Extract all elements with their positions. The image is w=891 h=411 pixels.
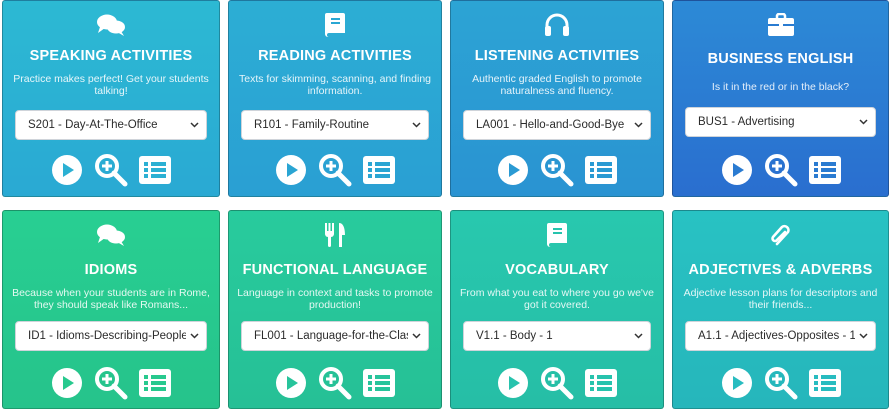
speech-bubbles-icon [96, 221, 126, 249]
chevron-down-icon [630, 122, 646, 128]
card-actions [673, 153, 888, 187]
card-adjectives-adverbs: ADJECTIVES & ADVERBS Adjective lesson pl… [672, 210, 889, 409]
card-description: Texts for skimming, scanning, and findin… [238, 73, 431, 97]
card-vocabulary: VOCABULARY From what you eat to where yo… [450, 210, 664, 409]
list-icon[interactable] [138, 366, 172, 400]
card-actions [3, 153, 219, 187]
lesson-select-value: BUS1 - Advertising [698, 116, 795, 128]
zoom-in-icon[interactable] [540, 153, 574, 187]
play-icon[interactable] [496, 366, 530, 400]
play-icon[interactable] [496, 153, 530, 187]
lesson-select[interactable]: LA001 - Hello-and-Good-Bye [463, 110, 651, 140]
activity-grid: SPEAKING ACTIVITIES Practice makes perfe… [0, 0, 891, 411]
card-description: From what you eat to where you go we've … [459, 287, 655, 311]
card-title: VOCABULARY [505, 262, 609, 278]
headphones-icon [542, 11, 572, 39]
card-title: FUNCTIONAL LANGUAGE [242, 262, 428, 278]
chevron-down-icon [855, 333, 871, 339]
card-actions [3, 366, 219, 400]
card-description: Language in context and tasks to promote… [237, 287, 433, 311]
play-icon[interactable] [720, 366, 754, 400]
lesson-select-value: V1.1 - Body - 1 [476, 330, 553, 342]
card-title: IDIOMS [84, 262, 138, 278]
book-icon [542, 221, 572, 249]
play-icon[interactable] [274, 153, 308, 187]
lesson-select-value: A1.1 - Adjectives-Opposites - 1 [698, 330, 855, 342]
zoom-in-icon[interactable] [764, 153, 798, 187]
lesson-select-value: ID1 - Idioms-Describing-People [28, 330, 186, 342]
speech-bubbles-icon [96, 11, 126, 39]
card-actions [451, 366, 663, 400]
play-icon[interactable] [50, 153, 84, 187]
card-business-english: BUSINESS ENGLISH Is it in the red or in … [672, 0, 889, 197]
card-title: ADJECTIVES & ADVERBS [688, 262, 873, 278]
card-listening-activities: LISTENING ACTIVITIES Authentic graded En… [450, 0, 664, 197]
lesson-select[interactable]: BUS1 - Advertising [685, 107, 876, 137]
card-speaking-activities: SPEAKING ACTIVITIES Practice makes perfe… [2, 0, 220, 197]
paperclip-icon [766, 221, 796, 249]
card-title: LISTENING ACTIVITIES [474, 48, 640, 64]
zoom-in-icon[interactable] [94, 366, 128, 400]
card-actions [229, 153, 441, 187]
zoom-in-icon[interactable] [764, 366, 798, 400]
card-description: Practice makes perfect! Get your student… [13, 73, 209, 97]
card-actions [451, 153, 663, 187]
zoom-in-icon[interactable] [94, 153, 128, 187]
briefcase-icon [766, 11, 796, 39]
play-icon[interactable] [50, 366, 84, 400]
play-icon[interactable] [720, 153, 754, 187]
card-actions [229, 366, 441, 400]
chevron-down-icon [186, 333, 202, 339]
chevron-down-icon [630, 333, 646, 339]
lesson-select[interactable]: S201 - Day-At-The-Office [15, 110, 207, 140]
lesson-select-value: R101 - Family-Routine [254, 119, 370, 131]
list-icon[interactable] [362, 153, 396, 187]
lesson-select[interactable]: R101 - Family-Routine [241, 110, 429, 140]
lesson-select-value: LA001 - Hello-and-Good-Bye [476, 119, 625, 131]
list-icon[interactable] [808, 366, 842, 400]
play-icon[interactable] [274, 366, 308, 400]
lesson-select[interactable]: FL001 - Language-for-the-Classr [241, 321, 429, 351]
card-actions [673, 366, 888, 400]
list-icon[interactable] [584, 366, 618, 400]
utensils-icon [320, 221, 350, 249]
book-icon [320, 11, 350, 39]
chevron-down-icon [408, 333, 424, 339]
card-description: Because when your students are in Rome, … [12, 287, 210, 311]
card-title: READING ACTIVITIES [258, 48, 412, 64]
card-description: Is it in the red or in the black? [711, 81, 850, 93]
lesson-select[interactable]: V1.1 - Body - 1 [463, 321, 651, 351]
lesson-select[interactable]: A1.1 - Adjectives-Opposites - 1 [685, 321, 876, 351]
lesson-select-value: S201 - Day-At-The-Office [28, 119, 158, 131]
card-description: Adjective lesson plans for descriptors a… [683, 287, 878, 311]
chevron-down-icon [186, 122, 202, 128]
card-functional-language: FUNCTIONAL LANGUAGE Language in context … [228, 210, 442, 409]
card-description: Authentic graded English to promote natu… [472, 73, 642, 97]
card-title: SPEAKING ACTIVITIES [29, 48, 193, 64]
list-icon[interactable] [808, 153, 842, 187]
list-icon[interactable] [584, 153, 618, 187]
zoom-in-icon[interactable] [318, 366, 352, 400]
card-title: BUSINESS ENGLISH [707, 51, 854, 67]
zoom-in-icon[interactable] [318, 153, 352, 187]
lesson-select-value: FL001 - Language-for-the-Classr [254, 330, 408, 342]
lesson-select[interactable]: ID1 - Idioms-Describing-People [15, 321, 207, 351]
list-icon[interactable] [138, 153, 172, 187]
chevron-down-icon [408, 122, 424, 128]
zoom-in-icon[interactable] [540, 366, 574, 400]
chevron-down-icon [855, 119, 871, 125]
card-reading-activities: READING ACTIVITIES Texts for skimming, s… [228, 0, 442, 197]
list-icon[interactable] [362, 366, 396, 400]
card-idioms: IDIOMS Because when your students are in… [2, 210, 220, 409]
